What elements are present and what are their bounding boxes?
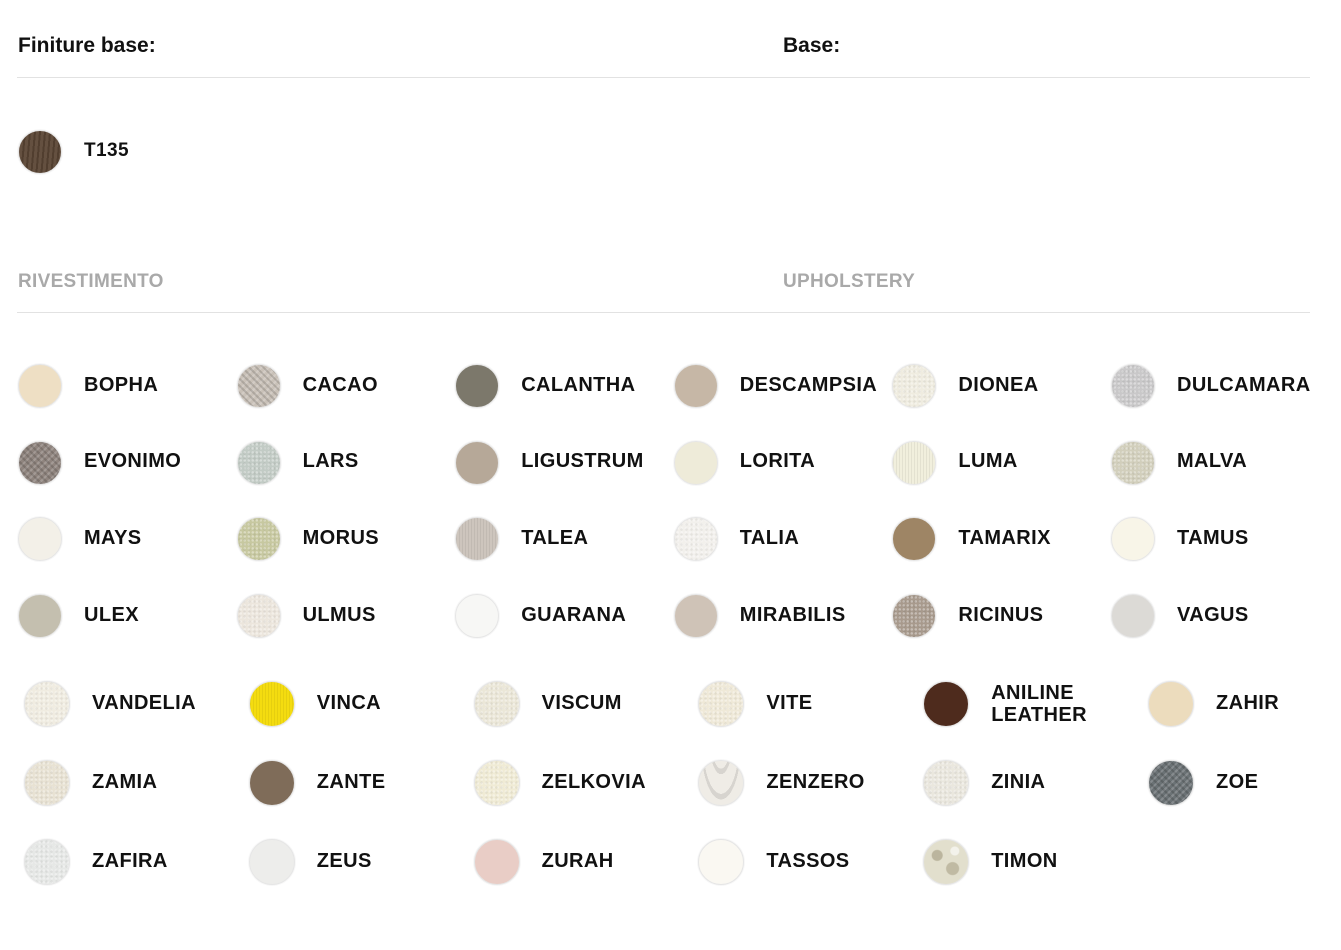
swatch-zenzero[interactable] [698, 760, 745, 806]
swatch-label[interactable]: LUMA [958, 450, 1017, 472]
divider [17, 312, 1310, 313]
swatch-label[interactable]: VINCA [317, 692, 381, 714]
swatch-vinca[interactable] [248, 681, 295, 727]
swatch-vandelia[interactable] [24, 681, 70, 727]
swatch-lorita[interactable] [673, 440, 718, 485]
swatch-label[interactable]: TAMARIX [958, 527, 1050, 549]
swatch-label[interactable]: TAMUS [1177, 527, 1249, 549]
swatch-mays[interactable] [18, 517, 62, 562]
swatch-zeus[interactable] [248, 839, 295, 885]
swatch-zamia[interactable] [24, 760, 70, 806]
swatch-label[interactable]: LORITA [740, 450, 815, 472]
swatch-bopha[interactable] [18, 364, 62, 408]
swatch-label[interactable]: ZELKOVIA [542, 771, 646, 793]
swatch-ulex[interactable] [18, 594, 62, 639]
upholstery-heading: UPHOLSTERY [783, 271, 916, 292]
swatch-label[interactable]: TALEA [521, 527, 588, 549]
swatch-label[interactable]: VANDELIA [92, 692, 196, 714]
swatch-talea[interactable] [455, 517, 500, 562]
swatch-label[interactable]: ZAFIRA [92, 850, 168, 872]
swatch-zante[interactable] [248, 760, 295, 806]
swatch-vagus[interactable] [1111, 594, 1155, 639]
swatch-ligustrum[interactable] [455, 440, 500, 485]
swatch-timon[interactable] [923, 839, 970, 885]
swatch-t135[interactable] [18, 130, 62, 174]
swatch-zafira[interactable] [24, 839, 70, 885]
swatch-label[interactable]: ZINIA [991, 771, 1045, 793]
swatch-label[interactable]: ZENZERO [766, 771, 864, 793]
swatch-label[interactable]: ZEUS [317, 850, 372, 872]
swatch-evonimo[interactable] [18, 440, 62, 485]
rivestimento-heading: RIVESTIMENTO [18, 271, 164, 292]
swatch-label[interactable]: CACAO [303, 374, 378, 396]
swatch-ricinus[interactable] [892, 594, 937, 639]
swatch-viscum[interactable] [473, 681, 520, 727]
swatch-dionea[interactable] [892, 364, 937, 408]
swatch-guarana[interactable] [455, 594, 500, 639]
swatch-ulmus[interactable] [236, 594, 281, 639]
swatch-talia[interactable] [673, 517, 718, 562]
swatch-label[interactable]: TIMON [991, 850, 1057, 872]
swatch-mirabilis[interactable] [673, 594, 718, 639]
swatch-label[interactable]: MALVA [1177, 450, 1247, 472]
swatch-zahir[interactable] [1148, 681, 1194, 727]
swatch-tamarix[interactable] [892, 517, 937, 562]
swatch-label[interactable]: LARS [303, 450, 359, 472]
divider [17, 77, 1310, 78]
swatch-dulcamara[interactable] [1111, 364, 1155, 408]
swatch-zoe[interactable] [1148, 760, 1194, 806]
swatch-label[interactable]: MORUS [303, 527, 379, 549]
finiture-base-heading: Finiture base: [18, 34, 156, 57]
swatch-label[interactable]: VISCUM [542, 692, 622, 714]
swatch-vite[interactable] [698, 681, 745, 727]
swatch-label[interactable]: T135 [84, 140, 129, 161]
swatch-malva[interactable] [1111, 440, 1155, 485]
swatch-label[interactable]: ULMUS [303, 604, 376, 626]
swatch-label[interactable]: ZURAH [542, 850, 614, 872]
base-heading: Base: [783, 34, 841, 57]
swatch-label[interactable]: TASSOS [766, 850, 849, 872]
swatch-label[interactable]: MAYS [84, 527, 142, 549]
swatch-zinia[interactable] [923, 760, 970, 806]
swatch-aniline-leather[interactable] [923, 681, 970, 727]
swatch-label[interactable]: DESCAMPSIA [740, 374, 877, 396]
swatch-label[interactable]: LIGUSTRUM [521, 450, 643, 472]
swatch-label[interactable]: EVONIMO [84, 450, 181, 472]
swatch-label[interactable]: ZAHIR [1216, 692, 1279, 714]
swatch-label[interactable]: ZAMIA [92, 771, 157, 793]
swatch-calantha[interactable] [455, 364, 500, 408]
swatch-tassos[interactable] [698, 839, 745, 885]
swatch-label[interactable]: VAGUS [1177, 604, 1249, 626]
swatch-tamus[interactable] [1111, 517, 1155, 562]
swatch-label[interactable]: CALANTHA [521, 374, 635, 396]
swatch-label[interactable]: ANILINE LEATHER [991, 682, 1101, 727]
swatch-label[interactable]: DULCAMARA [1177, 374, 1311, 396]
swatch-zelkovia[interactable] [473, 760, 520, 806]
swatch-label[interactable]: GUARANA [521, 604, 626, 626]
swatch-label[interactable]: DIONEA [958, 374, 1038, 396]
swatch-label[interactable]: ZOE [1216, 771, 1258, 793]
swatch-label[interactable]: VITE [766, 692, 812, 714]
swatch-label[interactable]: ZANTE [317, 771, 386, 793]
swatch-descampsia[interactable] [673, 364, 718, 408]
swatch-label[interactable]: ULEX [84, 604, 139, 626]
swatch-cacao[interactable] [236, 364, 281, 408]
swatch-zurah[interactable] [473, 839, 520, 885]
swatch-luma[interactable] [892, 440, 937, 485]
swatch-lars[interactable] [236, 440, 281, 485]
swatch-morus[interactable] [236, 517, 281, 562]
swatch-label[interactable]: MIRABILIS [740, 604, 846, 626]
swatch-label[interactable]: BOPHA [84, 374, 158, 396]
swatch-label[interactable]: RICINUS [958, 604, 1043, 626]
swatch-label[interactable]: TALIA [740, 527, 799, 549]
